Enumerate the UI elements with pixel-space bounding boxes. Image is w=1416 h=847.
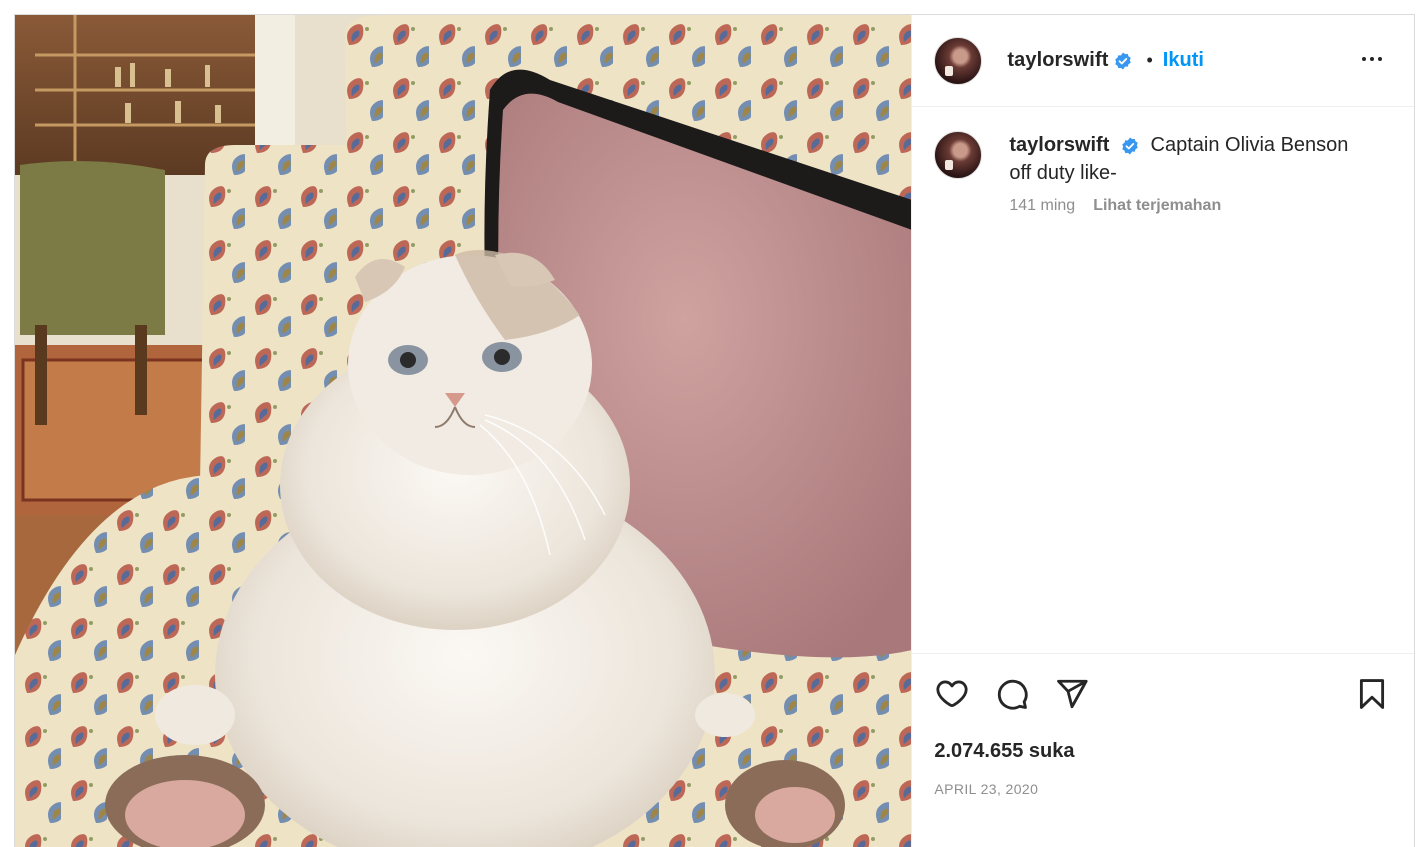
post-header: taylorswift • Ikuti: [912, 15, 1414, 107]
verified-badge-icon: [1114, 52, 1132, 70]
cat-photo-illustration: [15, 15, 912, 847]
post-photo[interactable]: [15, 15, 912, 847]
caption-meta: 141 ming Lihat terjemahan: [1009, 197, 1369, 215]
header-username[interactable]: taylorswift: [1007, 49, 1108, 72]
likes-count[interactable]: 2.074.655 suka: [912, 740, 1414, 763]
post-age[interactable]: 141 ming: [1009, 197, 1075, 215]
follow-button[interactable]: Ikuti: [1163, 49, 1204, 72]
action-bar: [912, 654, 1414, 730]
more-horizontal-icon[interactable]: [1358, 45, 1386, 73]
see-translation-button[interactable]: Lihat terjemahan: [1093, 197, 1221, 215]
caption-avatar[interactable]: [934, 131, 983, 179]
bookmark-icon[interactable]: [1354, 676, 1390, 712]
caption-username[interactable]: taylorswift: [1009, 134, 1109, 156]
user-avatar[interactable]: [934, 36, 983, 85]
caption-text-block: taylorswift Captain Olivia Benson off du…: [1009, 131, 1369, 187]
send-icon[interactable]: [1054, 676, 1090, 712]
post-date[interactable]: APRIL 23, 2020: [912, 781, 1414, 797]
post-caption: taylorswift Captain Olivia Benson off du…: [912, 107, 1414, 215]
instagram-post: taylorswift • Ikuti taylorswift Captain …: [14, 14, 1415, 847]
heart-icon[interactable]: [934, 676, 970, 712]
header-separator: •: [1146, 50, 1153, 70]
comment-icon[interactable]: [994, 676, 1030, 712]
post-actions-section: 2.074.655 suka APRIL 23, 2020: [912, 653, 1414, 847]
caption-body: taylorswift Captain Olivia Benson off du…: [1009, 131, 1369, 215]
post-side-panel: taylorswift • Ikuti taylorswift Captain …: [911, 15, 1414, 847]
verified-badge-icon: [1121, 137, 1139, 155]
